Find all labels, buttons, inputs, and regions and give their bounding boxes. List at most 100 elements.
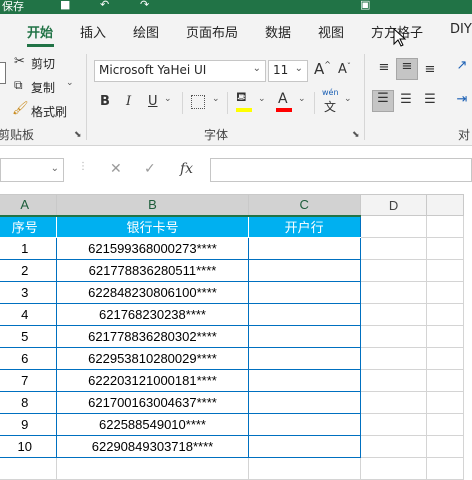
cell[interactable] — [56, 457, 249, 480]
cell[interactable] — [359, 347, 428, 370]
name-box[interactable]: ⌄ — [0, 158, 64, 182]
cut-icon[interactable]: ✂ — [14, 54, 25, 69]
cell[interactable] — [359, 215, 428, 238]
cell[interactable] — [426, 435, 464, 458]
cell-bank[interactable] — [247, 435, 361, 458]
cell[interactable] — [359, 457, 428, 480]
align-center-icon[interactable]: ☰ — [396, 92, 416, 107]
paste-icon[interactable] — [0, 62, 6, 84]
tab-diy[interactable]: DIY — [450, 22, 472, 37]
font-color-dropdown-icon[interactable]: ⌄ — [298, 94, 306, 104]
cell-card[interactable]: 621778836280302**** — [56, 325, 249, 348]
cell-bank[interactable] — [247, 325, 361, 348]
cell-bank[interactable] — [247, 259, 361, 282]
cell[interactable] — [359, 369, 428, 392]
indent-icon[interactable]: ⇥ — [452, 92, 472, 107]
cell-card[interactable]: 622953810280029**** — [56, 347, 249, 370]
copy-icon[interactable]: ⧉ — [14, 78, 23, 93]
insert-function-icon[interactable]: fx — [180, 161, 193, 177]
cell[interactable] — [359, 281, 428, 304]
align-bottom-icon[interactable]: ≡ — [420, 62, 440, 77]
tab-data[interactable]: 数据 — [265, 22, 291, 41]
cell-card[interactable]: 621700163004637**** — [56, 391, 249, 414]
cell[interactable] — [426, 369, 464, 392]
align-left-icon[interactable]: ☰ — [372, 90, 394, 112]
cell-card[interactable]: 621778836280511**** — [56, 259, 249, 282]
cell[interactable] — [359, 325, 428, 348]
column-header-a[interactable]: A — [0, 194, 58, 217]
cell-bank[interactable] — [247, 237, 361, 260]
orientation-icon[interactable]: ↗ — [452, 58, 472, 73]
cell-index[interactable]: 5 — [0, 325, 58, 348]
align-right-icon[interactable]: ☰ — [420, 92, 440, 107]
save-icon[interactable]: ■ — [60, 0, 70, 11]
cell-bank[interactable] — [247, 347, 361, 370]
cell-card[interactable]: 622848230806100**** — [56, 281, 249, 304]
cell[interactable] — [359, 259, 428, 282]
formula-input[interactable] — [210, 158, 472, 182]
tab-page-layout[interactable]: 页面布局 — [186, 22, 238, 41]
cancel-icon[interactable]: ✕ — [110, 161, 122, 177]
border-draw-icon[interactable]: ▣ — [360, 0, 370, 11]
cell-index[interactable]: 7 — [0, 369, 58, 392]
cell-bank[interactable] — [247, 303, 361, 326]
cell-index[interactable]: 2 — [0, 259, 58, 282]
enter-icon[interactable]: ✓ — [144, 161, 156, 177]
cell-index[interactable]: 10 — [0, 435, 58, 458]
cell[interactable] — [426, 347, 464, 370]
autosave-label[interactable]: 保存 — [2, 0, 24, 14]
column-header-e[interactable] — [426, 194, 464, 216]
underline-dropdown-icon[interactable]: ⌄ — [164, 94, 172, 104]
cell[interactable] — [426, 259, 464, 282]
cell-bank[interactable] — [247, 369, 361, 392]
cell-index[interactable]: 1 — [0, 237, 58, 260]
cell[interactable] — [359, 391, 428, 414]
phonetic-dropdown-icon[interactable]: ⌄ — [344, 94, 352, 104]
header-cell-card[interactable]: 银行卡号 — [56, 215, 249, 238]
format-painter-button[interactable]: 格式刷 — [31, 103, 67, 120]
italic-button[interactable]: I — [126, 94, 131, 109]
grow-font-button[interactable]: A^ — [314, 60, 331, 78]
font-size-select[interactable]: 11 ⌄ — [268, 60, 308, 82]
cell-card[interactable]: 621768230238**** — [56, 303, 249, 326]
tab-home[interactable]: 开始 — [27, 22, 53, 41]
cell[interactable] — [426, 413, 464, 436]
phonetic-guide-button[interactable]: 文 — [324, 98, 336, 115]
cell-card[interactable]: 621599368000273**** — [56, 237, 249, 260]
cell-index[interactable]: 9 — [0, 413, 58, 436]
border-dropdown-icon[interactable]: ⌄ — [212, 94, 220, 104]
font-color-button[interactable]: A — [278, 91, 288, 107]
bold-button[interactable]: B — [100, 94, 110, 109]
header-cell-bank[interactable]: 开户行 — [247, 215, 361, 238]
header-cell-index[interactable]: 序号 — [0, 215, 58, 238]
cell[interactable] — [426, 457, 464, 480]
underline-button[interactable]: U — [148, 94, 158, 109]
font-launcher-icon[interactable]: ⬊ — [352, 130, 360, 140]
tab-draw[interactable]: 绘图 — [133, 22, 159, 41]
align-middle-icon[interactable]: ≡ — [396, 58, 418, 80]
cell-bank[interactable] — [247, 281, 361, 304]
cell[interactable] — [359, 435, 428, 458]
font-name-select[interactable]: Microsoft YaHei UI ⌄ — [94, 60, 266, 82]
shrink-font-button[interactable]: Aˇ — [338, 62, 351, 77]
undo-icon[interactable]: ↶ — [100, 0, 109, 11]
cell-index[interactable]: 8 — [0, 391, 58, 414]
align-top-icon[interactable]: ≡ — [374, 60, 394, 75]
border-icon[interactable] — [191, 95, 205, 109]
fill-dropdown-icon[interactable]: ⌄ — [258, 94, 266, 104]
cell[interactable] — [359, 237, 428, 260]
fill-color-icon[interactable]: ⛾ — [236, 90, 247, 107]
copy-dropdown-icon[interactable]: ⌄ — [66, 78, 74, 88]
cell[interactable] — [426, 391, 464, 414]
copy-button[interactable]: 复制 — [31, 79, 55, 96]
cell-index[interactable]: 6 — [0, 347, 58, 370]
cell[interactable] — [426, 281, 464, 304]
format-painter-icon[interactable]: 🖌 — [12, 101, 29, 116]
cell[interactable] — [426, 237, 464, 260]
cell-bank[interactable] — [247, 391, 361, 414]
tab-view[interactable]: 视图 — [318, 22, 344, 41]
cell[interactable] — [359, 413, 428, 436]
cell[interactable] — [426, 325, 464, 348]
cell[interactable] — [426, 215, 464, 238]
cell[interactable] — [359, 303, 428, 326]
